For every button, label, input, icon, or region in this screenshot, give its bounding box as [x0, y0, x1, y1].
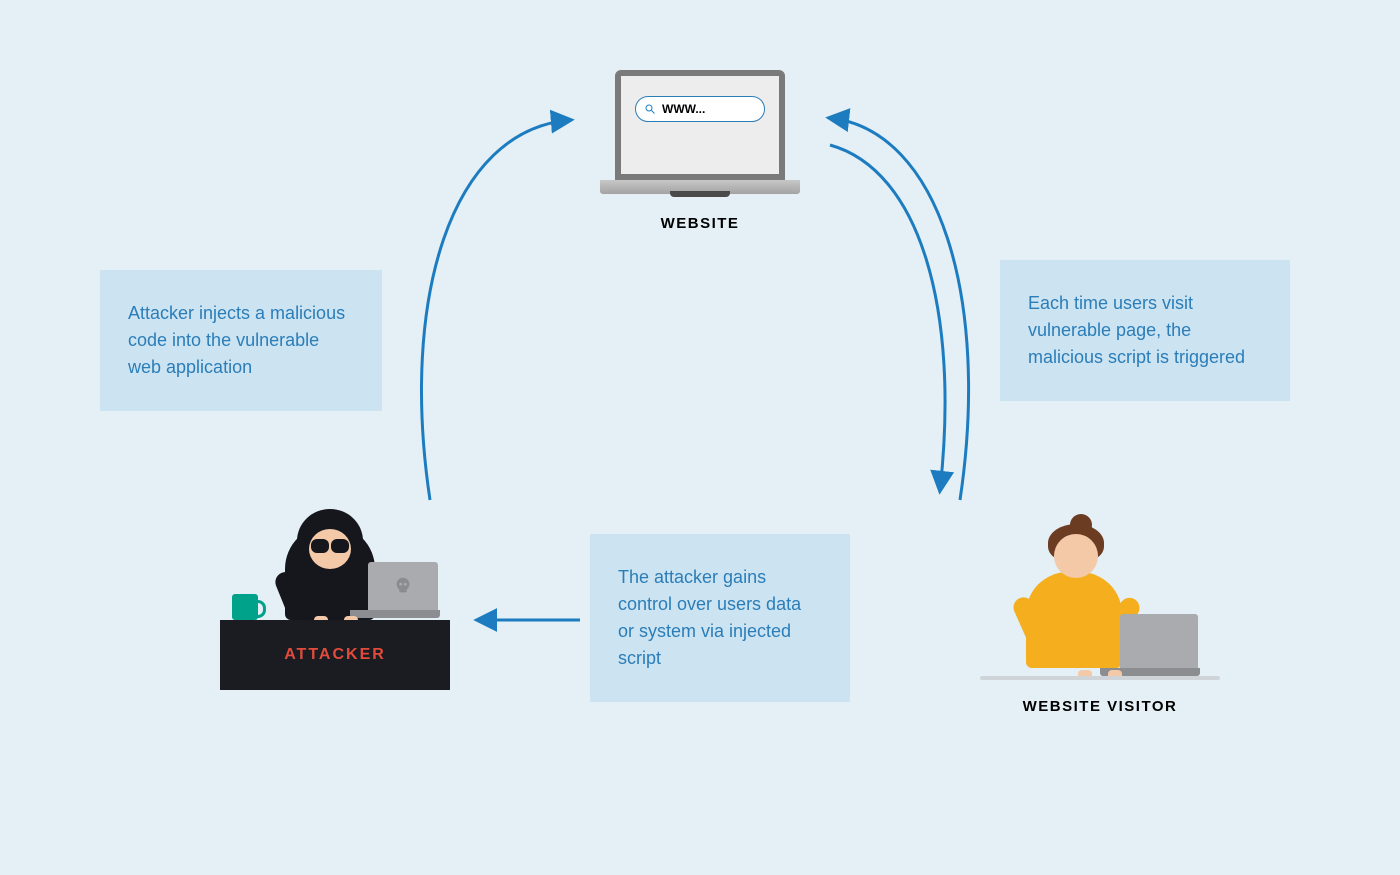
visitor-label: WEBSITE VISITOR [980, 698, 1220, 715]
website-node: WWW... WEBSITE [590, 70, 810, 232]
info-box-step2: Each time users visit vulnerable page, t… [1000, 260, 1290, 401]
laptop-icon: WWW... [600, 70, 800, 197]
attacker-illustration: ATTACKER [220, 505, 450, 690]
skull-icon [392, 575, 414, 597]
attacker-node: ATTACKER [220, 505, 450, 690]
mug-icon [232, 594, 258, 620]
arrow-visitor-to-website [830, 118, 969, 500]
info-box-step1: Attacker injects a malicious code into t… [100, 270, 382, 411]
visitor-illustration [980, 510, 1220, 680]
url-text: WWW... [662, 102, 705, 116]
info-text-step2: Each time users visit vulnerable page, t… [1028, 293, 1245, 367]
attacker-label: ATTACKER [284, 646, 386, 664]
attacker-laptop-icon [350, 562, 440, 620]
visitor-laptop-icon [1100, 614, 1200, 676]
info-box-step3: The attacker gains control over users da… [590, 534, 850, 702]
arrow-website-to-visitor [830, 145, 945, 490]
url-bar: WWW... [635, 96, 765, 122]
website-label: WEBSITE [590, 215, 810, 232]
info-text-step3: The attacker gains control over users da… [618, 567, 801, 668]
arrow-attacker-to-website [421, 120, 570, 500]
info-text-step1: Attacker injects a malicious code into t… [128, 303, 345, 377]
search-icon [644, 103, 656, 115]
visitor-node: WEBSITE VISITOR [980, 510, 1220, 715]
